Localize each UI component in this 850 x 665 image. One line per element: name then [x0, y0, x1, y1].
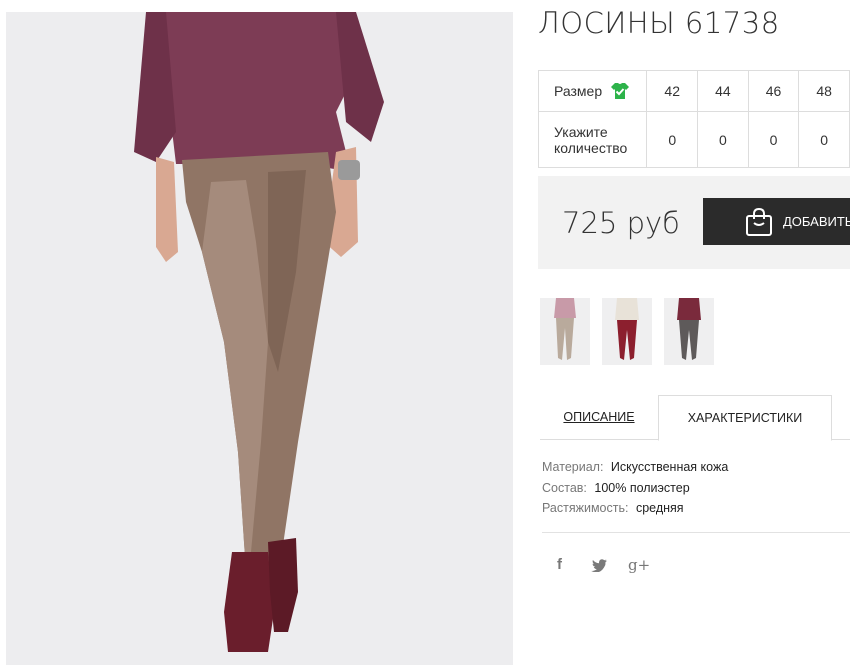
shirt-check-icon[interactable]: [610, 82, 630, 100]
tab-characteristics[interactable]: ХАРАКТЕРИСТИКИ: [658, 395, 832, 441]
thumbnail-2[interactable]: [602, 298, 652, 365]
quantity-label-line2: количество: [554, 139, 628, 156]
price-panel: 725 руб ДОБАВИТЬ: [538, 176, 850, 269]
shopping-bag-icon: [746, 207, 772, 236]
product-main-image: [6, 12, 513, 665]
size-46: 46: [747, 70, 800, 112]
product-title: ЛОСИНЫ 61738: [538, 6, 780, 40]
add-to-cart-label: ДОБАВИТЬ: [783, 214, 850, 229]
characteristic-value: Искусственная кожа: [610, 460, 729, 474]
product-price: 725 руб: [562, 206, 680, 240]
quantity-row: Укажите количество 0 0 0 0: [537, 111, 850, 168]
characteristic-key: Материал:: [542, 460, 604, 474]
size-header-cell: Размер: [537, 70, 648, 112]
characteristic-row: Растяжимость: средняя: [542, 498, 728, 519]
characteristic-key: Состав:: [542, 480, 587, 495]
size-44: 44: [697, 70, 749, 112]
quantity-input-44[interactable]: 0: [697, 111, 749, 168]
section-divider: [542, 532, 850, 533]
add-to-cart-button[interactable]: ДОБАВИТЬ: [703, 198, 850, 245]
size-table: Размер 42 44 46 48 Укажите количество 0 …: [537, 70, 850, 168]
size-row: Размер 42 44 46 48: [537, 70, 850, 112]
quantity-header-cell: Укажите количество: [537, 111, 648, 168]
google-plus-icon[interactable]: g+: [628, 556, 650, 574]
quantity-input-48[interactable]: 0: [798, 111, 850, 168]
thumbnail-1[interactable]: [540, 298, 590, 365]
quantity-input-42[interactable]: 0: [646, 111, 699, 168]
quantity-label-line1: Укажите: [554, 123, 608, 140]
size-42: 42: [646, 70, 699, 112]
thumbnail-3[interactable]: [664, 298, 714, 365]
facebook-icon[interactable]: f: [557, 556, 562, 573]
tab-description[interactable]: ОПИСАНИЕ: [540, 395, 658, 439]
twitter-icon[interactable]: [591, 559, 607, 572]
size-label: Размер: [554, 83, 603, 99]
characteristic-value: 100% полиэстер: [594, 480, 690, 495]
product-tabs: ОПИСАНИЕ ХАРАКТЕРИСТИКИ: [540, 395, 850, 441]
characteristic-value: средняя: [635, 501, 684, 515]
characteristics-list: Материал: Искусственная кожа Состав: 100…: [542, 457, 728, 519]
characteristic-row: Состав: 100% полиэстер: [542, 478, 728, 499]
characteristic-row: Материал: Искусственная кожа: [542, 457, 728, 478]
quantity-input-46[interactable]: 0: [747, 111, 800, 168]
size-48: 48: [798, 70, 850, 112]
characteristic-key: Растяжимость:: [542, 501, 629, 515]
